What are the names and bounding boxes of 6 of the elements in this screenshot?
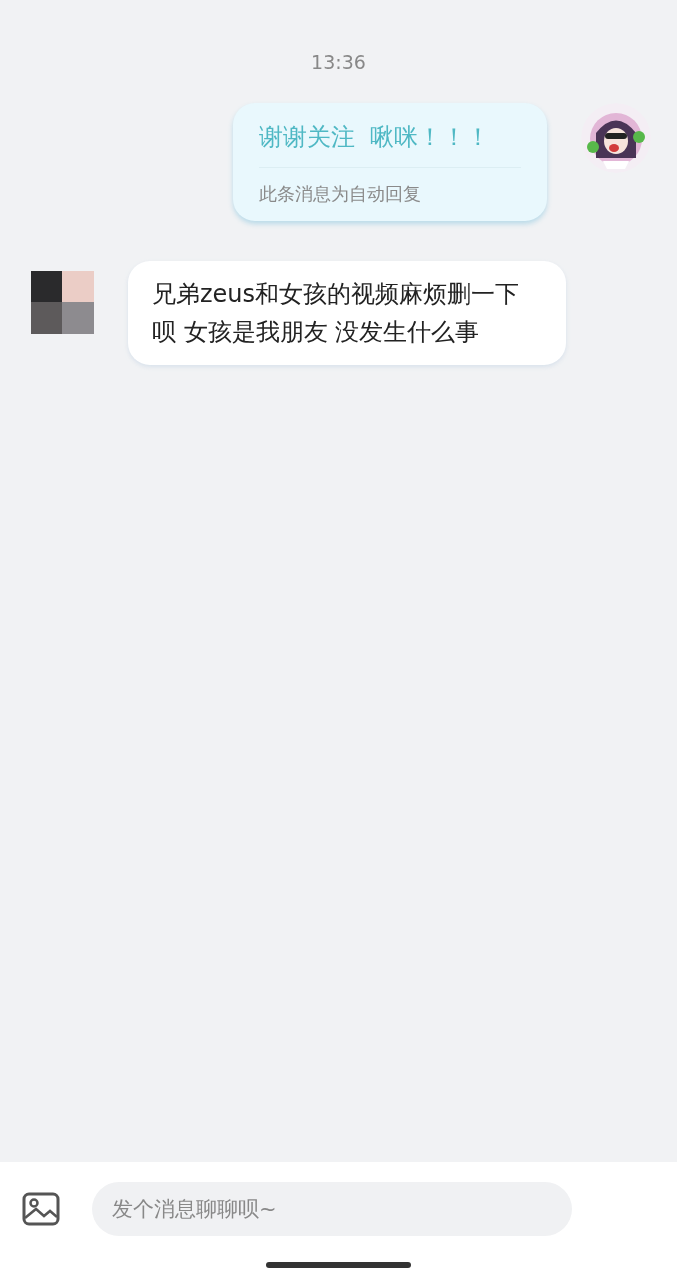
image-icon[interactable] <box>22 1192 60 1226</box>
timestamp: 13:36 <box>311 50 366 75</box>
message-text: 谢谢关注 啾咪！！！ <box>259 118 521 168</box>
message-input[interactable]: 发个消息聊聊呗~ <box>92 1182 572 1236</box>
message-bubble: 兄弟zeus和女孩的视频麻烦删一下呗 女孩是我朋友 没发生什么事 <box>128 260 566 365</box>
auto-reply-note: 此条消息为自动回复 <box>259 181 422 206</box>
